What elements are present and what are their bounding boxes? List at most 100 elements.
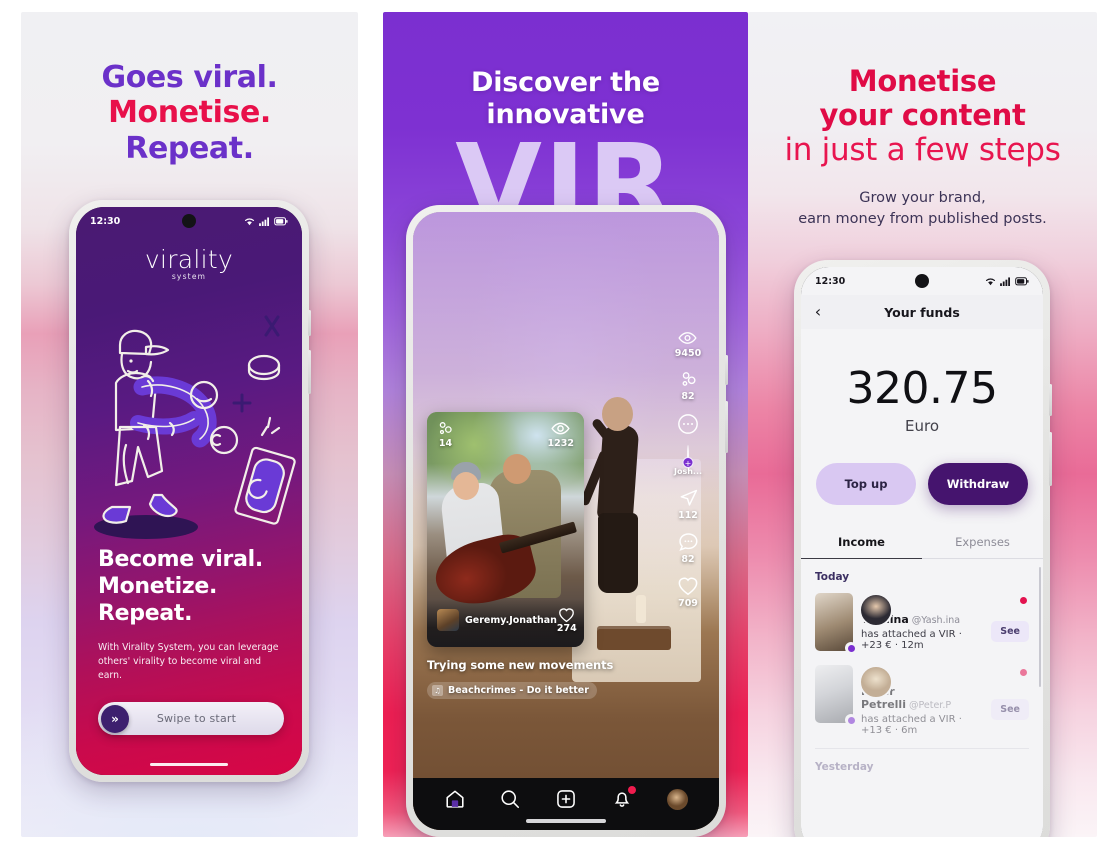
- attached-vir-card[interactable]: 14 1232 Geremy.Jonathan 274: [427, 412, 584, 647]
- wallet-actions: Top up Withdraw: [816, 463, 1028, 505]
- panel-2-headline: Discover the innovative: [383, 67, 748, 131]
- scrollbar[interactable]: [1038, 567, 1041, 687]
- battery-icon: [1015, 276, 1029, 285]
- row-user-handle: @Peter.P: [908, 700, 952, 711]
- headline-line-3: Repeat.: [125, 130, 254, 166]
- nav-home[interactable]: [438, 784, 472, 814]
- onboarding-line-3: Repeat.: [98, 600, 193, 626]
- card-footer: Geremy.Jonathan 274: [427, 599, 584, 647]
- send-icon: [680, 489, 697, 506]
- nav-notifications[interactable]: [605, 784, 639, 814]
- status-time: 12:30: [90, 215, 121, 227]
- rail-shares[interactable]: 82: [679, 370, 698, 402]
- card-view-stat[interactable]: 1232: [548, 420, 574, 464]
- headline-line-1: Goes viral.: [101, 60, 278, 95]
- withdraw-button[interactable]: Withdraw: [928, 463, 1028, 505]
- day-group-today: Today: [815, 571, 850, 583]
- phone-side-button[interactable]: [725, 355, 728, 385]
- comment-icon: [678, 533, 698, 552]
- phone-1-screen: 12:30 virality system Become viral. Mone…: [76, 207, 302, 775]
- card-author[interactable]: Geremy.Jonathan: [437, 609, 557, 631]
- card-view-count: 1232: [547, 438, 574, 449]
- row-thumbnail: [815, 593, 857, 654]
- headline-line-3: in just a few steps: [784, 132, 1061, 169]
- headline-line-1: Discover the: [471, 67, 660, 98]
- nav-profile[interactable]: [660, 784, 694, 814]
- nav-create[interactable]: [549, 784, 583, 814]
- avatar[interactable]: +: [682, 445, 694, 468]
- transaction-list[interactable]: Today Yashina@Yash.ina has attached a VI…: [801, 559, 1043, 837]
- balance-amount: 320.75: [846, 363, 998, 414]
- unread-dot: [1020, 669, 1027, 676]
- phone-volume-button[interactable]: [308, 350, 311, 394]
- wallet-tabs: Income Expenses: [801, 525, 1043, 559]
- share-nodes-icon: [439, 422, 452, 435]
- onboarding-line-1: Become viral.: [98, 547, 263, 573]
- notification-badge: [627, 786, 636, 794]
- row-detail: has attached a VIR · +23 € · 12m: [861, 629, 962, 651]
- nav-search[interactable]: [493, 784, 527, 814]
- table-row[interactable]: Yashina@Yash.ina has attached a VIR · +2…: [801, 589, 1043, 661]
- rail-author[interactable]: + Josh...: [674, 445, 702, 476]
- camera-notch: [182, 214, 196, 228]
- record-player: [596, 626, 671, 651]
- rail-more[interactable]: [677, 413, 699, 435]
- top-up-button[interactable]: Top up: [816, 463, 916, 505]
- swipe-to-start-slider[interactable]: » Swipe to start: [98, 702, 284, 735]
- swipe-knob-icon[interactable]: »: [101, 704, 129, 733]
- see-button[interactable]: See: [991, 620, 1029, 642]
- post-action-rail: 9450 82 + Josh... 112 82 709: [667, 330, 709, 609]
- music-chip[interactable]: ♫ Beachcrimes - Do it better: [427, 682, 597, 699]
- vir-pin-icon: [845, 714, 857, 726]
- plus-square-icon: [557, 790, 575, 808]
- phone-mockup-2: 14 1232 Geremy.Jonathan 274 Trying some …: [406, 205, 728, 837]
- card-like-stat[interactable]: 274: [557, 607, 577, 634]
- phone-side-button[interactable]: [1049, 384, 1052, 416]
- card-author-name: Geremy.Jonathan: [465, 614, 557, 626]
- headline-line-1: Monetise: [848, 64, 997, 98]
- avatar[interactable]: [859, 593, 893, 627]
- subtitle-line-1: Grow your brand,: [859, 190, 986, 206]
- panel-3-subtitle: Grow your brand, earn money from publish…: [748, 188, 1097, 230]
- eye-icon: [551, 422, 570, 435]
- app-logo: virality system: [76, 245, 302, 281]
- card-stats-top: 14 1232: [427, 412, 584, 464]
- phone-mockup-3: 12:30 ‹ Your funds 320.75 Euro Top up Wi…: [794, 260, 1052, 837]
- feed-screen: 14 1232 Geremy.Jonathan 274 Trying some …: [413, 212, 719, 830]
- signal-icon: [259, 216, 269, 226]
- row-thumbnail: [815, 665, 857, 726]
- avatar[interactable]: [859, 665, 893, 699]
- wifi-icon: [244, 217, 255, 225]
- panel-1-headline: Goes viral. Monetise. Repeat.: [21, 60, 358, 166]
- subtitle-line-2: earn money from published posts.: [798, 211, 1047, 228]
- onboarding-line-2: Monetize.: [98, 573, 218, 599]
- onboarding-screen: 12:30 virality system Become viral. Mone…: [76, 207, 302, 775]
- card-face-a: [453, 472, 479, 500]
- rail-like-count: 709: [678, 598, 698, 609]
- phone-volume-button[interactable]: [725, 401, 728, 453]
- card-share-count: 14: [438, 438, 453, 449]
- post-caption: Trying some new movements: [427, 658, 614, 672]
- card-share-stat[interactable]: 14: [437, 420, 454, 464]
- promo-panel-3: Monetise your content in just a few step…: [748, 12, 1097, 837]
- see-button[interactable]: See: [991, 699, 1029, 720]
- logo-subtitle: system: [171, 272, 207, 281]
- tab-expenses[interactable]: Expenses: [922, 525, 1043, 558]
- card-author-avatar: [437, 609, 459, 631]
- phone-side-button[interactable]: [308, 310, 311, 336]
- rail-comments[interactable]: 82: [678, 532, 699, 565]
- search-icon: [501, 790, 520, 809]
- rail-views[interactable]: 9450: [675, 330, 701, 359]
- vir-pin-icon: [845, 642, 857, 654]
- row-user-handle: @Yash.ina: [911, 615, 961, 626]
- tab-income[interactable]: Income: [801, 525, 922, 558]
- rail-likes[interactable]: 709: [677, 576, 699, 609]
- promo-panel-2: 14 1232 Geremy.Jonathan 274 Trying some …: [383, 12, 748, 837]
- follow-plus-icon[interactable]: +: [682, 457, 694, 468]
- phone-volume-button[interactable]: [1049, 432, 1052, 486]
- table-row[interactable]: Peter Petrelli@Peter.P has attached a VI…: [801, 661, 1043, 746]
- headline-line-2: innovative: [486, 98, 645, 130]
- rail-send[interactable]: 112: [678, 487, 699, 521]
- signal-icon: [1000, 276, 1010, 286]
- status-time: 12:30: [815, 275, 846, 287]
